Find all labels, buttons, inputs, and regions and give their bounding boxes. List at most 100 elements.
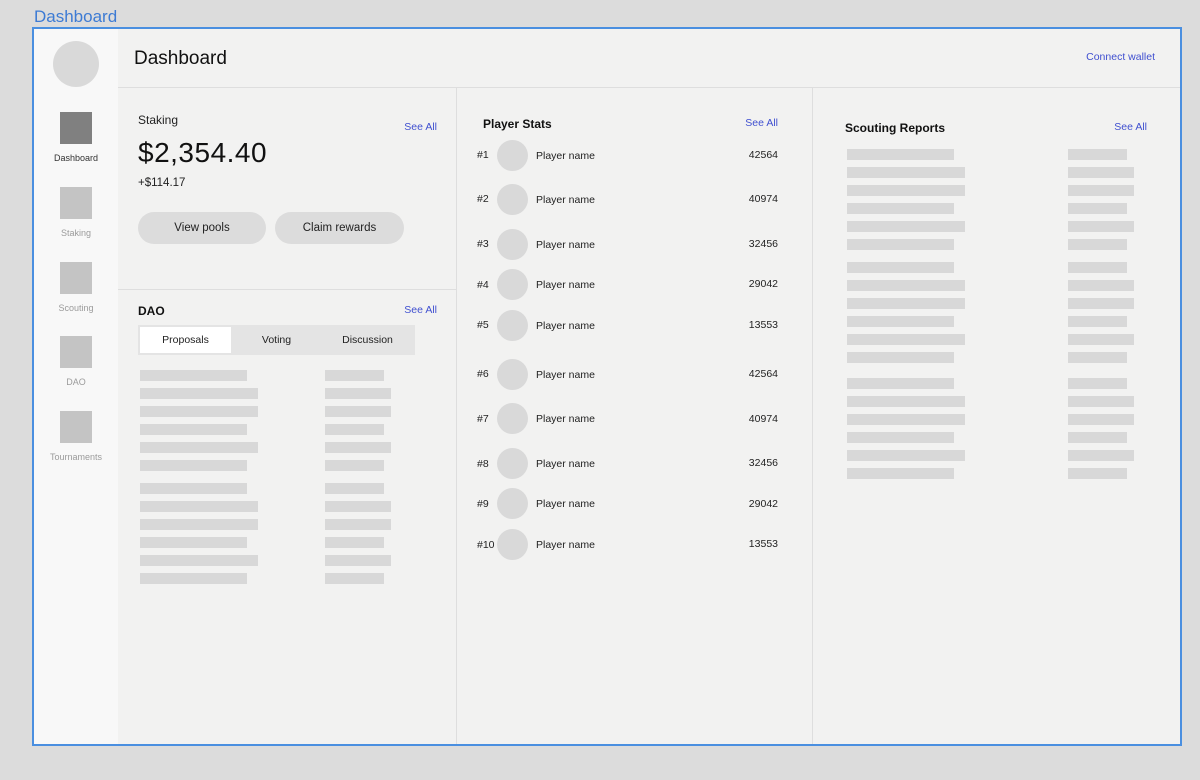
dao-icon <box>60 336 92 368</box>
placeholder-bar <box>140 519 258 530</box>
placeholder-bar <box>325 442 391 453</box>
sidebar: Dashboard Staking Scouting DAO Tournamen… <box>34 29 118 744</box>
player-rank: #1 <box>477 149 489 161</box>
player-name: Player name <box>536 539 595 551</box>
placeholder-bar <box>1068 203 1127 214</box>
placeholder-bar <box>847 280 965 291</box>
placeholder-bar <box>1068 262 1127 273</box>
connect-wallet-button[interactable]: Connect wallet <box>1086 51 1155 63</box>
header: Dashboard Connect wallet <box>118 29 1180 88</box>
placeholder-bar <box>847 298 965 309</box>
dashboard-frame: Dashboard Staking Scouting DAO Tournamen… <box>32 27 1182 746</box>
avatar[interactable] <box>53 41 99 87</box>
placeholder-bar <box>140 460 247 471</box>
placeholder-bar <box>325 501 391 512</box>
player-name: Player name <box>536 413 595 425</box>
placeholder-bar <box>325 460 384 471</box>
player-stats-see-all-link[interactable]: See All <box>745 117 778 129</box>
placeholder-bar <box>847 414 965 425</box>
player-score: 42564 <box>748 149 778 161</box>
staking-icon <box>60 187 92 219</box>
placeholder-bar <box>325 573 384 584</box>
frame-label: Dashboard <box>34 7 118 26</box>
placeholder-bar <box>140 388 258 399</box>
player-avatar <box>497 403 528 434</box>
player-name: Player name <box>536 320 595 332</box>
sidebar-item-label: DAO <box>66 377 86 387</box>
player-name: Player name <box>536 498 595 510</box>
placeholder-bar <box>325 519 391 530</box>
claim-rewards-button[interactable]: Claim rewards <box>275 212 404 244</box>
sidebar-item-dashboard[interactable]: Dashboard <box>34 112 118 163</box>
dao-see-all-link[interactable]: See All <box>404 304 437 316</box>
tab-discussion[interactable]: Discussion <box>322 327 413 353</box>
placeholder-bar <box>847 334 965 345</box>
player-score: 32456 <box>748 238 778 250</box>
player-rank: #7 <box>477 413 489 425</box>
placeholder-bar <box>847 221 965 232</box>
placeholder-bar <box>1068 149 1127 160</box>
left-column: Staking See All $2,354.40 +$114.17 View … <box>118 88 457 744</box>
staking-change: +$114.17 <box>138 177 186 189</box>
placeholder-bar <box>325 483 384 494</box>
dashboard-icon <box>60 112 92 144</box>
placeholder-bar <box>140 406 258 417</box>
sidebar-item-tournaments[interactable]: Tournaments <box>34 411 118 462</box>
player-avatar <box>497 359 528 390</box>
dao-card: DAO See All Proposals Voting Discussion <box>118 291 457 744</box>
player-name: Player name <box>536 150 595 162</box>
player-rank: #3 <box>477 238 489 250</box>
scouting-reports-see-all-link[interactable]: See All <box>1114 121 1147 133</box>
placeholder-bar <box>140 370 247 381</box>
player-avatar <box>497 184 528 215</box>
player-avatar <box>497 488 528 519</box>
placeholder-bar <box>325 370 384 381</box>
dao-tabs: Proposals Voting Discussion <box>138 325 415 355</box>
sidebar-item-dao[interactable]: DAO <box>34 336 118 387</box>
player-name: Player name <box>536 194 595 206</box>
sidebar-item-label: Staking <box>60 228 92 238</box>
scouting-reports-card: Scouting Reports See All <box>813 88 1180 744</box>
player-stats-title: Player Stats <box>483 117 552 131</box>
player-score: 40974 <box>748 413 778 425</box>
sidebar-item-label: Dashboard <box>53 153 99 163</box>
staking-balance: $2,354.40 <box>138 137 268 168</box>
tab-proposals[interactable]: Proposals <box>140 327 231 353</box>
player-avatar <box>497 269 528 300</box>
placeholder-bar <box>847 396 965 407</box>
tournaments-icon <box>60 411 92 443</box>
tab-voting[interactable]: Voting <box>231 327 322 353</box>
placeholder-bar <box>1068 221 1134 232</box>
placeholder-bar <box>140 501 258 512</box>
player-score: 32456 <box>748 457 778 469</box>
player-rank: #10 <box>477 539 495 551</box>
sidebar-item-scouting[interactable]: Scouting <box>34 262 118 313</box>
staking-card: Staking See All $2,354.40 +$114.17 View … <box>118 88 457 290</box>
view-pools-button[interactable]: View pools <box>138 212 266 244</box>
sidebar-item-staking[interactable]: Staking <box>34 187 118 238</box>
placeholder-bar <box>1068 352 1127 363</box>
player-rank: #6 <box>477 368 489 380</box>
placeholder-bar <box>847 468 954 479</box>
placeholder-bar <box>847 316 954 327</box>
placeholder-bar <box>1068 396 1134 407</box>
player-rank: #4 <box>477 279 489 291</box>
page-title: Dashboard <box>134 48 227 69</box>
placeholder-bar <box>1068 334 1134 345</box>
scouting-icon <box>60 262 92 294</box>
player-rank: #8 <box>477 458 489 470</box>
placeholder-bar <box>1068 280 1134 291</box>
player-name: Player name <box>536 239 595 251</box>
placeholder-bar <box>140 555 258 566</box>
sidebar-item-label: Tournaments <box>49 452 103 462</box>
placeholder-bar <box>847 239 954 250</box>
placeholder-bar <box>847 203 954 214</box>
staking-see-all-link[interactable]: See All <box>404 121 437 133</box>
placeholder-bar <box>847 262 954 273</box>
placeholder-bar <box>1068 414 1134 425</box>
placeholder-bar <box>847 149 954 160</box>
player-score: 29042 <box>748 498 778 510</box>
placeholder-bar <box>1068 298 1134 309</box>
placeholder-bar <box>1068 185 1134 196</box>
placeholder-bar <box>847 167 965 178</box>
